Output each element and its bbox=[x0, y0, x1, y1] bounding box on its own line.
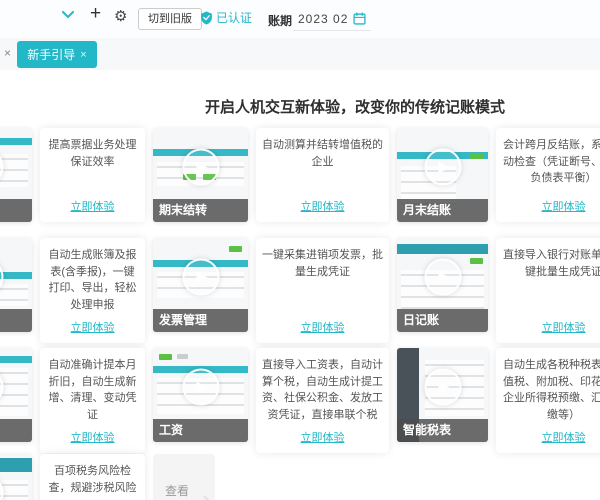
feature-desc-card: 自动生成各税种税表（增值税、附加税、印花税、企业所得税预缴、汇算清缴等） 立即体… bbox=[496, 348, 600, 453]
feature-desc-text: 一键采集进销项发票，批量生成凭证 bbox=[262, 249, 383, 278]
play-icon bbox=[182, 368, 219, 406]
feature-desc-card: 会计跨月反结账，系统自动检查（凭证断号、资产负债表平衡） 立即体验 bbox=[496, 128, 600, 222]
calendar-icon bbox=[353, 12, 366, 25]
feature-desc-text: 会计跨月反结账，系统自动检查（凭证断号、资产负债表平衡） bbox=[503, 139, 600, 184]
video-card-month-end-closing[interactable]: 月末结账 bbox=[397, 128, 488, 222]
main-content: 开启人机交互新体验，改变你的传统记账模式 提高票据业务处理保证效率 立即体验 期… bbox=[0, 70, 600, 500]
tab-label: 新手引导 bbox=[27, 48, 76, 62]
video-card-cutoff[interactable] bbox=[0, 238, 32, 332]
feature-desc-card: 自动生成账簿及报表(含季报)，一键打印、导出，轻松处理申报 立即体验 bbox=[40, 238, 145, 343]
feature-desc-text: 自动生成账簿及报表(含季报)，一键打印、导出，轻松处理申报 bbox=[48, 249, 137, 311]
feature-desc-text: 自动生成各税种税表（增值税、附加税、印花税、企业所得税预缴、汇算清缴等） bbox=[503, 359, 600, 421]
tab-beginner-guide[interactable]: 新手引导 × bbox=[17, 41, 97, 68]
feature-desc-text: 直接导入银行对账单，一键批量生成凭证 bbox=[503, 249, 600, 278]
video-title: 月末结账 bbox=[397, 199, 488, 222]
certified-badge[interactable]: 已认证 bbox=[200, 9, 252, 26]
feature-desc-card: 百项税务风险检查，规避涉税风险 立即体验 bbox=[40, 454, 145, 500]
period-picker[interactable]: 2023 02 bbox=[293, 7, 372, 31]
feature-desc-card: 一键采集进销项发票，批量生成凭证 立即体验 bbox=[256, 238, 389, 343]
feature-desc-text: 自动准确计提本月折旧，自动生成新增、清理、变动凭证 bbox=[48, 359, 137, 421]
try-now-link[interactable]: 立即体验 bbox=[71, 192, 115, 214]
feature-desc-text: 自动测算并结转增值税的企业 bbox=[262, 139, 383, 168]
shield-check-icon bbox=[201, 11, 212, 24]
feature-desc-card: 自动准确计提本月折旧，自动生成新增、清理、变动凭证 立即体验 bbox=[40, 348, 145, 453]
tab-close-icon[interactable]: × bbox=[80, 49, 86, 61]
card-row: 自动准确计提本月折旧，自动生成新增、清理、变动凭证 立即体验 工资 直接导入工资… bbox=[0, 348, 600, 453]
video-title: 工资 bbox=[153, 419, 248, 442]
topbar: + ⚙ 切到旧版 已认证 账期 2023 02 bbox=[0, 0, 600, 38]
feature-desc-card: 自动测算并结转增值税的企业 立即体验 bbox=[256, 128, 389, 222]
card-row: 百项税务风险检查，规避涉税风险 立即体验 查看更多 › bbox=[0, 454, 215, 500]
play-icon bbox=[424, 368, 461, 406]
switch-old-version-button[interactable]: 切到旧版 bbox=[138, 8, 202, 30]
video-title bbox=[0, 199, 32, 222]
feature-desc-card: 提高票据业务处理保证效率 立即体验 bbox=[40, 128, 145, 222]
card-row: 自动生成账簿及报表(含季报)，一键打印、导出，轻松处理申报 立即体验 发票管理 … bbox=[0, 238, 600, 343]
try-now-link[interactable]: 立即体验 bbox=[542, 192, 586, 214]
video-card-payroll[interactable]: 工资 bbox=[153, 348, 248, 442]
video-card-invoice-management[interactable]: 发票管理 bbox=[153, 238, 248, 332]
video-title: 智能税表 bbox=[397, 419, 488, 442]
video-card-cash-journal[interactable]: 日记账 bbox=[397, 238, 488, 332]
video-title bbox=[0, 419, 32, 442]
period-value: 2023 02 bbox=[298, 11, 349, 26]
video-title: 日记账 bbox=[397, 309, 488, 332]
page-title: 开启人机交互新体验，改变你的传统记账模式 bbox=[204, 99, 506, 116]
play-icon bbox=[182, 258, 219, 296]
video-card-cutoff[interactable] bbox=[0, 128, 32, 222]
close-icon[interactable]: × bbox=[4, 46, 11, 60]
try-now-link[interactable]: 立即体验 bbox=[301, 192, 345, 214]
play-icon bbox=[424, 148, 461, 186]
video-card-period-end-carryover[interactable]: 期末结转 bbox=[153, 128, 248, 222]
feature-desc-text: 直接导入工资表，自动计算个税，自动生成计提工资、社保公积金、发放工资凭证，直接串… bbox=[262, 359, 383, 421]
try-now-link[interactable]: 立即体验 bbox=[542, 423, 586, 445]
gear-icon[interactable]: ⚙ bbox=[114, 7, 127, 25]
play-icon bbox=[182, 148, 219, 186]
card-row: 提高票据业务处理保证效率 立即体验 期末结转 自动测算并结转增值税的企业 立即体… bbox=[0, 128, 600, 222]
try-now-link[interactable]: 立即体验 bbox=[301, 313, 345, 335]
chevron-down-icon[interactable] bbox=[62, 11, 74, 19]
period-label: 账期 bbox=[268, 14, 293, 28]
try-now-link[interactable]: 立即体验 bbox=[71, 313, 115, 335]
feature-desc-text: 提高票据业务处理保证效率 bbox=[48, 139, 137, 168]
view-more-label: 查看更多 bbox=[165, 483, 190, 498]
video-title bbox=[0, 309, 32, 332]
try-now-link[interactable]: 立即体验 bbox=[301, 423, 345, 445]
certified-label: 已认证 bbox=[216, 11, 253, 25]
video-card-cutoff[interactable] bbox=[0, 348, 32, 442]
tab-strip: × 新手引导 × bbox=[0, 38, 600, 70]
feature-desc-card: 直接导入工资表，自动计算个税，自动生成计提工资、社保公积金、发放工资凭证，直接串… bbox=[256, 348, 389, 453]
view-more-card[interactable]: 查看更多 › bbox=[153, 454, 215, 500]
feature-desc-card: 直接导入银行对账单，一键批量生成凭证 立即体验 bbox=[496, 238, 600, 343]
feature-desc-text: 百项税务风险检查，规避涉税风险 bbox=[48, 465, 137, 494]
video-card-cutoff[interactable] bbox=[0, 454, 32, 500]
try-now-link[interactable]: 立即体验 bbox=[71, 423, 115, 445]
chevron-right-icon: › bbox=[202, 484, 213, 500]
video-title: 期末结转 bbox=[153, 199, 248, 222]
video-card-smart-tax-forms[interactable]: 智能税表 bbox=[397, 348, 488, 442]
video-title: 发票管理 bbox=[153, 309, 248, 332]
play-icon bbox=[424, 258, 461, 296]
try-now-link[interactable]: 立即体验 bbox=[542, 313, 586, 335]
add-tab-button[interactable]: + bbox=[90, 3, 101, 25]
